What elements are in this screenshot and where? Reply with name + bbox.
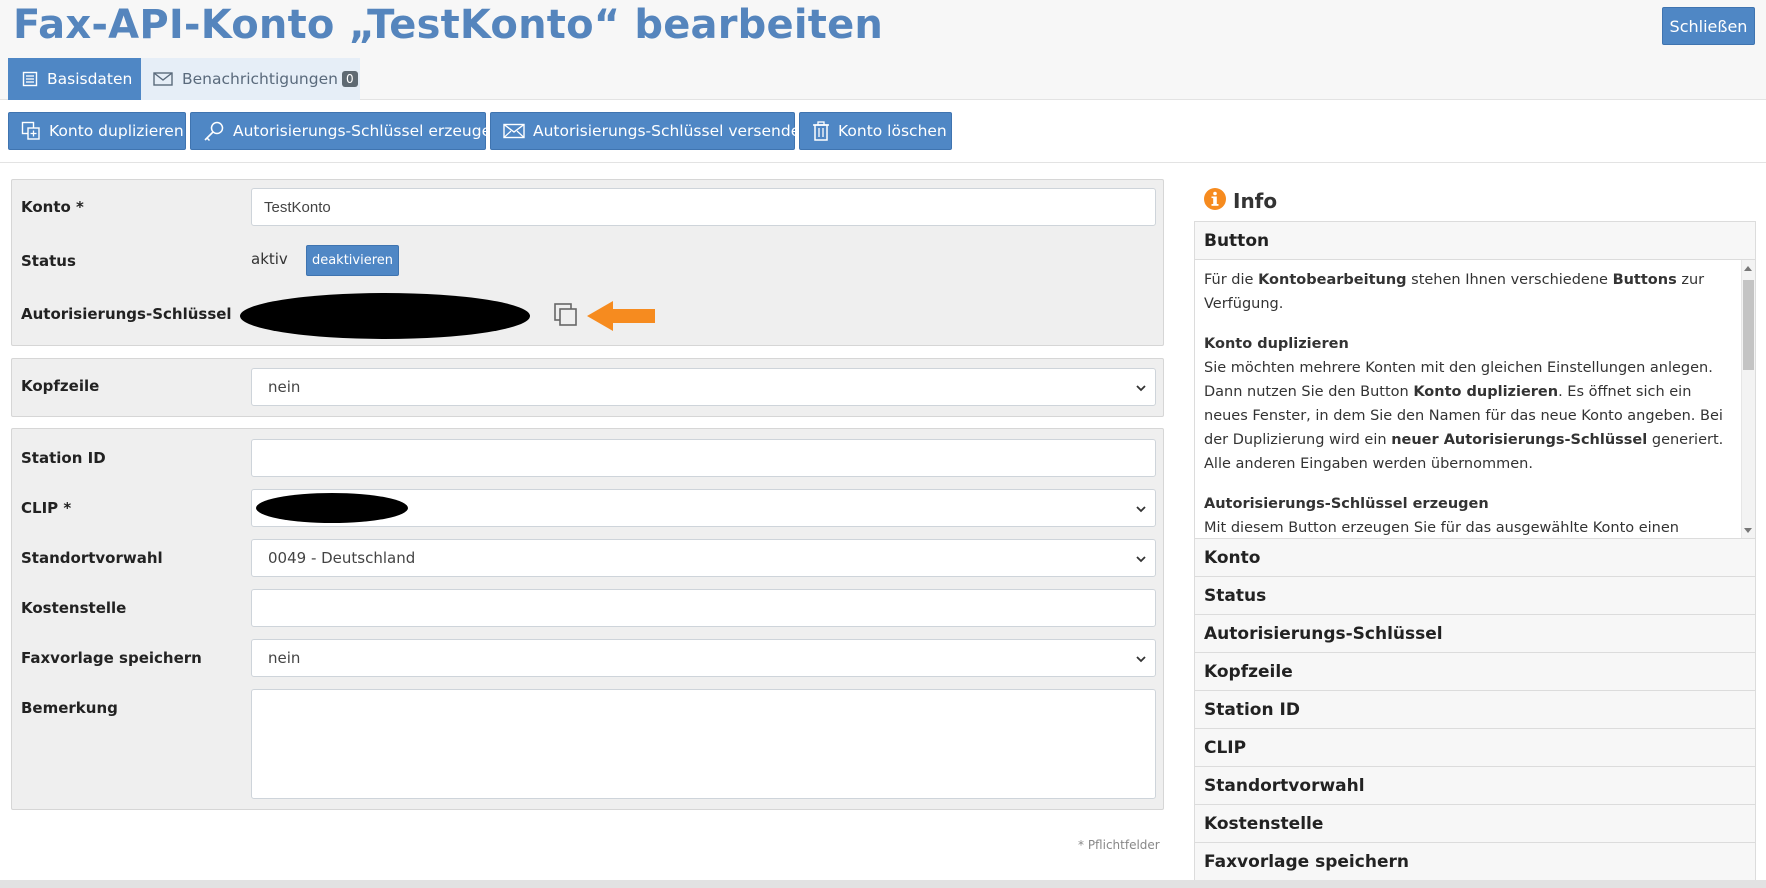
button-label: Autorisierungs-Schlüssel erzeugen: [233, 122, 501, 140]
clip-label: CLIP *: [21, 499, 72, 517]
copy-icon[interactable]: [553, 302, 579, 332]
kopfzeile-label: Kopfzeile: [21, 377, 100, 395]
accordion-status[interactable]: Status: [1195, 577, 1755, 615]
top-bar: Fax-API-Konto „TestKonto“ bearbeiten Sch…: [0, 0, 1766, 100]
header-panel: Kopfzeile nein: [11, 358, 1164, 417]
bemerkung-textarea[interactable]: [251, 689, 1156, 799]
accordion-kostenstelle[interactable]: Kostenstelle: [1195, 805, 1755, 843]
text-bold: Kontobearbeitung: [1258, 272, 1407, 288]
accordion-faxvorlage[interactable]: Faxvorlage speichern: [1195, 843, 1755, 881]
info-header: Info: [1203, 187, 1277, 215]
station-id-input[interactable]: [251, 439, 1156, 477]
bemerkung-label: Bemerkung: [21, 699, 118, 717]
page-title: Fax-API-Konto „TestKonto“ bearbeiten: [13, 2, 884, 48]
scrollbar-thumb[interactable]: [1743, 280, 1754, 370]
button-label: Konto duplizieren: [49, 122, 184, 140]
standortvorwahl-label: Standortvorwahl: [21, 549, 163, 567]
button-label: Autorisierungs-Schlüssel versenden: [533, 122, 811, 140]
text: Für die: [1204, 272, 1259, 288]
accordion-button-body: Für die Kontobearbeitung stehen Ihnen ve…: [1195, 260, 1755, 539]
auth-key-label: Autorisierungs-Schlüssel: [21, 305, 232, 323]
kopfzeile-select[interactable]: nein: [251, 368, 1156, 406]
list-icon: [22, 71, 38, 87]
scrollbar[interactable]: [1741, 260, 1755, 538]
text: stehen Ihnen verschiedene: [1406, 272, 1613, 288]
info-paragraph: Autorisierungs-Schlüssel erzeugen Mit die…: [1204, 492, 1724, 538]
accordion-kopfzeile[interactable]: Kopfzeile: [1195, 653, 1755, 691]
bottom-scrollbar[interactable]: [0, 880, 1766, 888]
tab-bar: Basisdaten Benachrichtigungen 0: [8, 58, 360, 100]
text-bold: neuer Autorisierungs-Schlüssel: [1391, 432, 1648, 448]
select-value: nein: [268, 378, 301, 396]
accordion-auth-key[interactable]: Autorisierungs-Schlüssel: [1195, 615, 1755, 653]
delete-account-button[interactable]: Konto löschen: [799, 112, 952, 150]
notification-count-badge: 0: [341, 71, 358, 87]
account-panel: Konto * Status aktiv deaktivieren Autori…: [11, 179, 1164, 346]
chevron-down-icon: [1135, 501, 1147, 519]
trash-icon: [812, 121, 830, 141]
auth-key-redacted: [240, 293, 530, 339]
key-icon: [203, 120, 225, 142]
close-button[interactable]: Schließen: [1662, 7, 1755, 45]
chevron-down-icon: [1135, 551, 1147, 569]
orange-arrow-icon: [587, 300, 655, 336]
accordion-station-id[interactable]: Station ID: [1195, 691, 1755, 729]
accordion-konto[interactable]: Konto: [1195, 539, 1755, 577]
envelope-icon: [503, 123, 525, 139]
text: Mit diesem Button erzeugen Sie für das a…: [1204, 520, 1679, 536]
kostenstelle-label: Kostenstelle: [21, 599, 127, 617]
scroll-down-icon[interactable]: [1744, 528, 1752, 533]
info-paragraph: Konto duplizieren Sie möchten mehrere Kon…: [1204, 332, 1724, 476]
duplicate-icon: [21, 121, 41, 141]
info-title: Info: [1233, 189, 1278, 213]
deactivate-button[interactable]: deaktivieren: [306, 245, 399, 276]
chevron-down-icon: [1135, 651, 1147, 669]
select-value: nein: [268, 649, 301, 667]
button-label: Konto löschen: [838, 122, 947, 140]
info-paragraph: Für die Kontobearbeitung stehen Ihnen ve…: [1204, 268, 1724, 316]
tab-basisdaten[interactable]: Basisdaten: [8, 58, 141, 100]
info-subheading: Konto duplizieren: [1204, 336, 1349, 352]
konto-input[interactable]: [251, 188, 1156, 226]
tab-label: Benachrichtigungen: [182, 70, 338, 88]
accordion-clip[interactable]: CLIP: [1195, 729, 1755, 767]
required-fields-note: * Pflichtfelder: [1078, 838, 1160, 852]
standortvorwahl-select[interactable]: 0049 - Deutschland: [251, 539, 1156, 577]
accordion-standortvorwahl[interactable]: Standortvorwahl: [1195, 767, 1755, 805]
clip-redacted: [256, 493, 408, 523]
action-toolbar: Konto duplizieren Autorisierungs-Schlüss…: [8, 112, 956, 150]
tab-benachrichtigungen[interactable]: Benachrichtigungen 0: [141, 58, 360, 100]
faxvorlage-select[interactable]: nein: [251, 639, 1156, 677]
divider: [0, 162, 1766, 163]
info-subheading: Autorisierungs-Schlüssel erzeugen: [1204, 496, 1489, 512]
select-value: 0049 - Deutschland: [268, 549, 416, 567]
text-bold: Buttons: [1612, 272, 1677, 288]
send-key-button[interactable]: Autorisierungs-Schlüssel versenden: [490, 112, 810, 150]
status-label: Status: [21, 252, 76, 270]
kostenstelle-input[interactable]: [251, 589, 1156, 627]
details-panel: Station ID CLIP * Standortvorwahl 0049 -…: [11, 428, 1164, 810]
accordion-button[interactable]: Button: [1195, 222, 1755, 260]
info-accordion: Button Für die Kontobearbeitung stehen I…: [1194, 221, 1756, 881]
envelope-icon: [153, 71, 173, 87]
konto-label: Konto *: [21, 198, 84, 216]
text-bold: Konto duplizieren: [1413, 384, 1559, 400]
chevron-down-icon: [1135, 380, 1147, 398]
faxvorlage-label: Faxvorlage speichern: [21, 649, 202, 667]
info-icon: [1203, 187, 1227, 215]
tab-label: Basisdaten: [47, 70, 133, 88]
station-id-label: Station ID: [21, 449, 106, 467]
duplicate-account-button[interactable]: Konto duplizieren: [8, 112, 186, 150]
info-text: Für die Kontobearbeitung stehen Ihnen ve…: [1204, 268, 1724, 538]
status-value: aktiv: [251, 250, 288, 268]
generate-key-button[interactable]: Autorisierungs-Schlüssel erzeugen: [190, 112, 501, 150]
scroll-up-icon[interactable]: [1744, 266, 1752, 271]
